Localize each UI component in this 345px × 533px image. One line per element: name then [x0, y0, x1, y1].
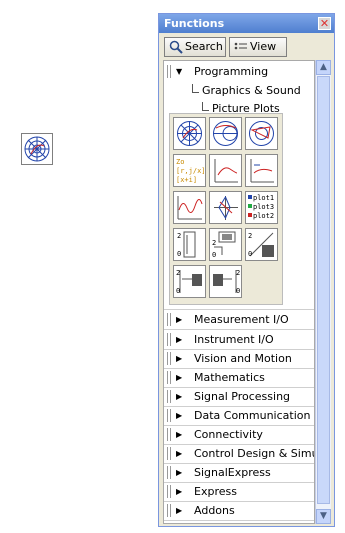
collapsed-triangle-icon[interactable]: ▶ — [176, 310, 182, 329]
close-icon[interactable]: ✕ — [318, 17, 331, 30]
drag-handle-icon[interactable] — [167, 352, 171, 365]
data-icon[interactable]: Zo [r,j/x] [x+i] — [173, 154, 206, 187]
drag-handle-icon[interactable] — [167, 447, 171, 460]
collapsed-triangle-icon[interactable]: ▶ — [176, 501, 182, 520]
legend-line1: plot1 — [253, 194, 274, 202]
waveform-plot-icon[interactable] — [173, 191, 206, 224]
svg-text:0: 0 — [248, 250, 252, 258]
polar-chart-icon[interactable] — [209, 191, 242, 224]
svg-text:2: 2 — [248, 232, 252, 240]
view-list-icon — [234, 40, 248, 54]
search-button[interactable]: Search — [164, 37, 226, 57]
svg-text:2: 2 — [212, 239, 216, 247]
search-button-label: Search — [185, 40, 223, 53]
data-icon-line3: [x+i] — [176, 176, 197, 184]
drag-handle-icon[interactable] — [167, 333, 171, 346]
tree-item-instrument-io[interactable]: ▶ Instrument I/O — [164, 330, 314, 349]
collapsed-triangle-icon[interactable]: ▶ — [176, 387, 182, 406]
drag-handle-icon[interactable] — [167, 428, 171, 441]
palette-title: Functions — [164, 17, 225, 30]
scroll-down-icon[interactable]: ▼ — [316, 509, 331, 524]
collapsed-triangle-icon[interactable]: ▶ — [176, 330, 182, 349]
separator — [164, 520, 314, 521]
xy-plot-icon[interactable] — [209, 154, 242, 187]
drag-handle-icon[interactable] — [167, 504, 171, 517]
collapsed-triangle-icon[interactable]: ▶ — [176, 444, 182, 463]
tree-item-signalexpress[interactable]: ▶ SignalExpress — [164, 463, 314, 482]
tree-item-graphics-sound[interactable]: Graphics & Sound — [164, 81, 314, 100]
index-to-array-icon[interactable]: 20 — [173, 265, 206, 298]
scroll-thumb[interactable] — [317, 76, 330, 504]
collapsed-triangle-icon[interactable]: ▶ — [176, 349, 182, 368]
tree-item-express[interactable]: ▶ Express — [164, 482, 314, 501]
palette-titlebar[interactable]: Functions ✕ — [159, 14, 334, 33]
palette-toolbar: Search View ▼ — [159, 33, 334, 70]
svg-text:0: 0 — [236, 287, 240, 295]
drag-handle-icon[interactable] — [167, 485, 171, 498]
array-to-pixmap-icon[interactable]: 20 — [209, 265, 242, 298]
array-picture-icon[interactable]: 20 — [245, 228, 278, 261]
smith-plot-icon[interactable] — [209, 117, 242, 150]
drag-handle-icon[interactable] — [167, 371, 171, 384]
tree-item-addons[interactable]: ▶ Addons — [164, 501, 314, 520]
scroll-up-icon[interactable]: ▲ — [316, 60, 331, 75]
tree-item-control-design[interactable]: ▶ Control Design & Simulation — [164, 444, 314, 463]
view-button-label: View — [250, 40, 277, 53]
data-icon-line1: Zo — [176, 158, 184, 166]
picture-plots-grid: Zo [r,j/x] [x+i] plot1 plot3 plot2 20 2 … — [169, 113, 283, 305]
view-button[interactable]: View ▼ — [229, 37, 287, 70]
svg-text:0: 0 — [212, 251, 216, 259]
scatter-plot-icon[interactable] — [245, 154, 278, 187]
collapsed-triangle-icon[interactable]: ▶ — [176, 425, 182, 444]
collapsed-triangle-icon[interactable]: ▶ — [176, 482, 182, 501]
drag-handle-icon[interactable] — [167, 65, 171, 78]
drag-handle-icon[interactable] — [167, 466, 171, 479]
tree-item-measurement-io[interactable]: ▶ Measurement I/O — [164, 310, 314, 329]
tree-item-data-communication[interactable]: ▶ Data Communication — [164, 406, 314, 425]
radar-plot-icon[interactable] — [245, 117, 278, 150]
drag-handle-icon[interactable] — [167, 390, 171, 403]
legend-line2: plot3 — [253, 203, 274, 211]
svg-text:2: 2 — [177, 232, 181, 240]
functions-palette: Functions ✕ Search View ▼ ▼ Programming … — [158, 13, 335, 527]
data-icon-line2: [r,j/x] — [176, 167, 205, 175]
palette-tree: ▼ Programming Graphics & Sound Picture P… — [163, 60, 315, 524]
legend-line3: plot2 — [253, 212, 274, 220]
cluster-icon[interactable]: 20 — [173, 228, 206, 261]
collapsed-triangle-icon[interactable]: ▶ — [176, 368, 182, 387]
expanded-triangle-icon[interactable]: ▼ — [176, 62, 182, 81]
svg-text:0: 0 — [177, 250, 181, 258]
tree-connector-icon — [202, 102, 209, 111]
polar-plot-desktop-icon[interactable] — [21, 133, 53, 165]
svg-text:2: 2 — [176, 269, 180, 277]
collapsed-triangle-icon[interactable]: ▶ — [176, 406, 182, 425]
collapsed-triangle-icon[interactable]: ▶ — [176, 463, 182, 482]
tree-connector-icon — [192, 84, 199, 93]
tree-item-connectivity[interactable]: ▶ Connectivity — [164, 425, 314, 444]
tree-item-mathematics[interactable]: ▶ Mathematics — [164, 368, 314, 387]
tree-item-signal-processing[interactable]: ▶ Signal Processing — [164, 387, 314, 406]
drag-handle-icon[interactable] — [167, 409, 171, 422]
svg-text:2: 2 — [236, 269, 240, 277]
search-icon — [169, 40, 183, 54]
svg-text:0: 0 — [176, 287, 180, 295]
legend-plot-icon[interactable]: plot1 plot3 plot2 — [245, 191, 278, 224]
tree-item-vision-motion[interactable]: ▶ Vision and Motion — [164, 349, 314, 368]
vertical-scrollbar[interactable]: ▲ ▼ — [315, 60, 331, 524]
polar-plot-icon[interactable] — [173, 117, 206, 150]
picture-to-pixmap-icon[interactable]: 20 — [209, 228, 242, 261]
drag-handle-icon[interactable] — [167, 313, 171, 326]
tree-item-programming[interactable]: ▼ Programming — [164, 62, 314, 81]
